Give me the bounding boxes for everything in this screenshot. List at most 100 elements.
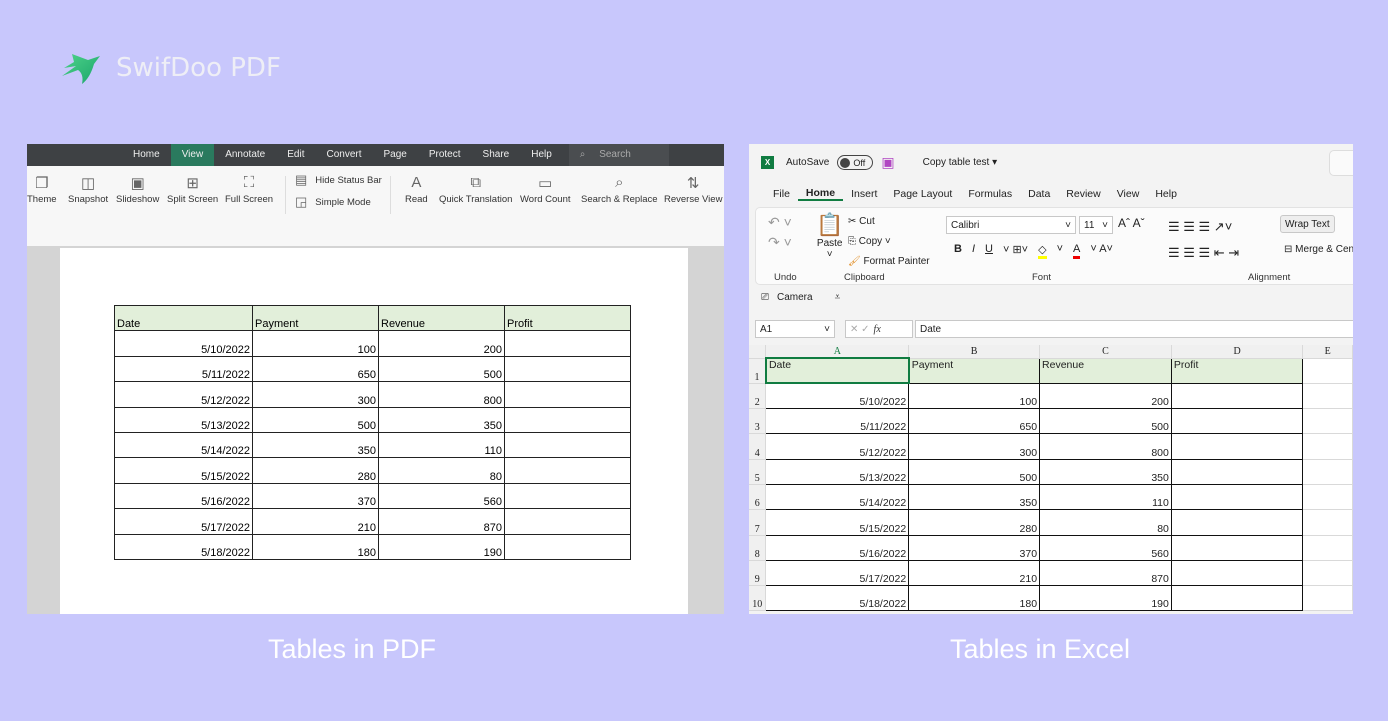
cell[interactable] [1170,534,1304,561]
cell[interactable]: 5/10/2022 [765,382,910,410]
cell[interactable]: 180 [908,585,1041,612]
cell[interactable]: 500 [908,458,1041,485]
cell[interactable] [1170,509,1304,536]
cell[interactable]: Revenue [1039,357,1172,384]
split-screen-button[interactable]: ⊞ Split Screen [167,174,218,205]
quick-translation-button[interactable]: ⧉ Quick Translation [439,174,512,205]
cell[interactable]: 5/16/2022 [765,534,910,561]
cell[interactable]: 650 [908,408,1041,435]
cell[interactable]: 80 [1039,509,1172,536]
name-box[interactable]: A1 ˅ [755,320,835,338]
menu-page[interactable]: Page [372,144,417,166]
cell[interactable]: 200 [1039,382,1172,410]
row-header[interactable]: 4 [749,433,767,460]
menu-annotate[interactable]: Annotate [214,144,276,166]
doc-title[interactable]: Copy table test ▾ [923,157,998,168]
cell[interactable] [1170,458,1304,485]
menu-protect[interactable]: Protect [418,144,472,166]
formula-buttons[interactable]: ✕ ✓ fx [845,320,913,338]
cell[interactable]: 5/13/2022 [765,458,910,485]
cell[interactable] [1302,408,1353,435]
hide-status-bar-button[interactable]: ▤ Hide Status Bar [295,172,382,188]
cell[interactable]: Payment [908,357,1041,384]
column-header-d[interactable]: D [1171,345,1304,359]
cell[interactable]: 100 [908,382,1041,410]
cell[interactable] [1302,459,1353,485]
cell[interactable]: 5/11/2022 [765,408,910,435]
row-header[interactable]: 8 [749,535,767,561]
tab-formulas[interactable]: Formulas [960,188,1020,200]
undo-redo[interactable]: ↶ ˅ ↷ ˅ [768,212,792,252]
cell[interactable] [1170,433,1304,460]
row-header[interactable]: 6 [749,484,767,511]
search-replace-button[interactable]: ⌕ Search & Replace [581,174,658,205]
column-header-c[interactable]: C [1039,345,1172,359]
cell[interactable]: 5/17/2022 [765,559,910,587]
menu-home[interactable]: Home [122,144,171,166]
menu-share[interactable]: Share [472,144,521,166]
format-painter-button[interactable]: 🖌 Format Painter [848,252,930,272]
camera-button[interactable]: ⎚ Camera ⩡ [761,292,840,303]
cell[interactable]: 870 [1039,559,1172,587]
simple-mode-button[interactable]: ◲ Simple Mode [295,194,371,210]
cell[interactable]: 350 [1039,458,1172,485]
cell[interactable]: 5/12/2022 [765,433,910,460]
row-header[interactable]: 2 [749,383,767,410]
cell[interactable]: 280 [908,509,1041,536]
font-grow-shrink[interactable]: Aˆ Aˇ [1118,216,1145,230]
tab-view[interactable]: View [1109,188,1148,200]
tab-file[interactable]: File [765,188,798,200]
save-icon[interactable]: ▣ [881,154,894,171]
cell[interactable] [1170,408,1304,435]
alignment-buttons[interactable]: ☰ ☰ ☰ ↗˅ ☰ ☰ ☰ ⇤ ⇥ [1168,214,1239,266]
paste-button[interactable]: 📋 Paste ˅ [816,212,843,260]
cell[interactable]: 5/15/2022 [765,509,910,536]
cell[interactable] [1302,585,1353,612]
font-size-select[interactable]: 11 ˅ [1079,216,1113,234]
row-header[interactable]: 10 [749,585,767,612]
column-header-a[interactable]: A [765,345,910,359]
formula-bar[interactable]: Date [915,320,1353,338]
cell[interactable]: 800 [1039,433,1172,460]
tab-help[interactable]: Help [1147,188,1185,200]
tab-data[interactable]: Data [1020,188,1058,200]
read-button[interactable]: A Read [405,174,428,205]
cell[interactable]: 500 [1039,408,1172,435]
cell[interactable]: 5/18/2022 [765,585,910,612]
font-format-row[interactable]: B I U ˅ ⊞˅ ◇ ˅ A ˅ A˅ [954,243,1113,259]
cell[interactable] [1302,433,1353,460]
row-header[interactable]: 1 [749,358,767,384]
tab-insert[interactable]: Insert [843,188,885,200]
cell[interactable] [1302,535,1353,561]
cell[interactable] [1302,484,1353,511]
cell[interactable] [1302,358,1353,384]
menu-edit[interactable]: Edit [276,144,315,166]
search-tools-input[interactable]: ⌕ Search Tools [568,144,669,182]
merge-center-button[interactable]: ⊟ Merge & Cen [1284,244,1353,255]
search-box[interactable] [1329,150,1353,176]
row-header[interactable]: 5 [749,459,767,485]
cut-button[interactable]: ✂ Cut [848,212,930,232]
cell[interactable]: Profit [1170,357,1304,384]
cell[interactable] [1302,560,1353,587]
font-name-select[interactable]: Calibri ˅ [946,216,1076,234]
row-header[interactable]: 9 [749,560,767,587]
autosave-toggle[interactable]: Off [837,155,874,170]
cell[interactable] [1302,383,1353,410]
snapshot-button[interactable]: ◫ Snapshot [68,174,108,205]
theme-button[interactable]: ❐ Theme [27,174,57,205]
cell[interactable]: 5/14/2022 [765,483,910,511]
cell[interactable]: 560 [1039,534,1172,561]
cell[interactable]: Date [764,356,910,385]
cell[interactable] [1170,559,1304,587]
column-header-b[interactable]: B [908,345,1041,359]
cell[interactable]: 300 [908,433,1041,460]
row-header[interactable]: 3 [749,408,767,435]
cell[interactable]: 110 [1039,483,1172,511]
cell[interactable] [1170,585,1304,612]
menu-view[interactable]: View [170,144,215,166]
row-header[interactable]: 7 [749,509,767,536]
cell[interactable]: 190 [1039,585,1172,612]
cell[interactable]: 370 [908,534,1041,561]
reverse-view-button[interactable]: ⇅ Reverse View [664,174,722,205]
